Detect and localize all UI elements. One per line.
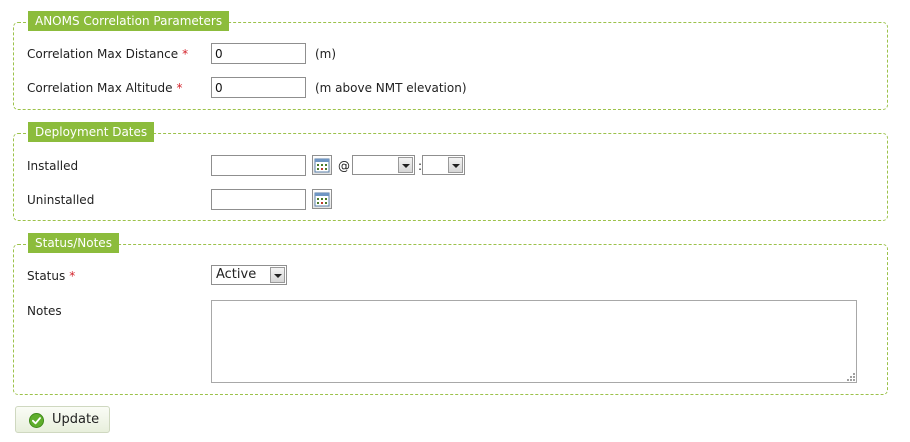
deployment-dates-legend: Deployment Dates (28, 122, 155, 142)
notes-textarea[interactable] (211, 300, 857, 383)
at-separator: @ (338, 159, 350, 173)
chevron-down-icon (270, 267, 285, 283)
max-distance-label: Correlation Max Distance * (27, 46, 188, 62)
uninstalled-calendar-button[interactable] (312, 189, 332, 209)
max-distance-label-text: Correlation Max Distance (27, 47, 179, 61)
calendar-icon (314, 158, 330, 173)
required-marker: * (69, 269, 76, 283)
status-select[interactable]: Active (211, 265, 287, 285)
update-button-label: Update (52, 412, 100, 427)
status-notes-fieldset: Status/Notes Status * Active Notes (13, 233, 888, 395)
uninstalled-label: Uninstalled (27, 193, 95, 207)
required-marker: * (176, 81, 183, 95)
max-distance-unit: (m) (315, 47, 337, 61)
status-notes-legend: Status/Notes (28, 233, 119, 253)
correlation-parameters-legend: ANOMS Correlation Parameters (28, 11, 230, 31)
installed-label: Installed (27, 159, 79, 173)
max-altitude-input[interactable] (211, 77, 306, 98)
resize-grip-icon[interactable] (845, 371, 855, 381)
status-label-text: Status (27, 269, 66, 283)
installed-minute-select[interactable] (422, 155, 465, 175)
uninstalled-date-input[interactable] (211, 189, 306, 210)
status-label: Status * (27, 268, 75, 284)
installed-date-input[interactable] (211, 155, 306, 176)
installed-hour-select[interactable] (352, 155, 415, 175)
max-altitude-unit: (m above NMT elevation) (315, 81, 467, 95)
deployment-dates-fieldset: Deployment Dates Installed @ : Uninstall… (13, 122, 888, 221)
correlation-parameters-fieldset: ANOMS Correlation Parameters Correlation… (13, 11, 888, 110)
max-altitude-label-text: Correlation Max Altitude (27, 81, 173, 95)
status-select-value: Active (216, 267, 257, 282)
calendar-icon (314, 192, 330, 207)
update-button[interactable]: Update (15, 406, 110, 433)
chevron-down-icon (398, 157, 413, 173)
chevron-down-icon (448, 157, 463, 173)
check-circle-icon (29, 413, 44, 428)
installed-calendar-button[interactable] (312, 155, 332, 175)
required-marker: * (182, 47, 189, 61)
max-altitude-label: Correlation Max Altitude * (27, 80, 183, 96)
max-distance-input[interactable] (211, 43, 306, 64)
notes-label: Notes (27, 304, 62, 318)
